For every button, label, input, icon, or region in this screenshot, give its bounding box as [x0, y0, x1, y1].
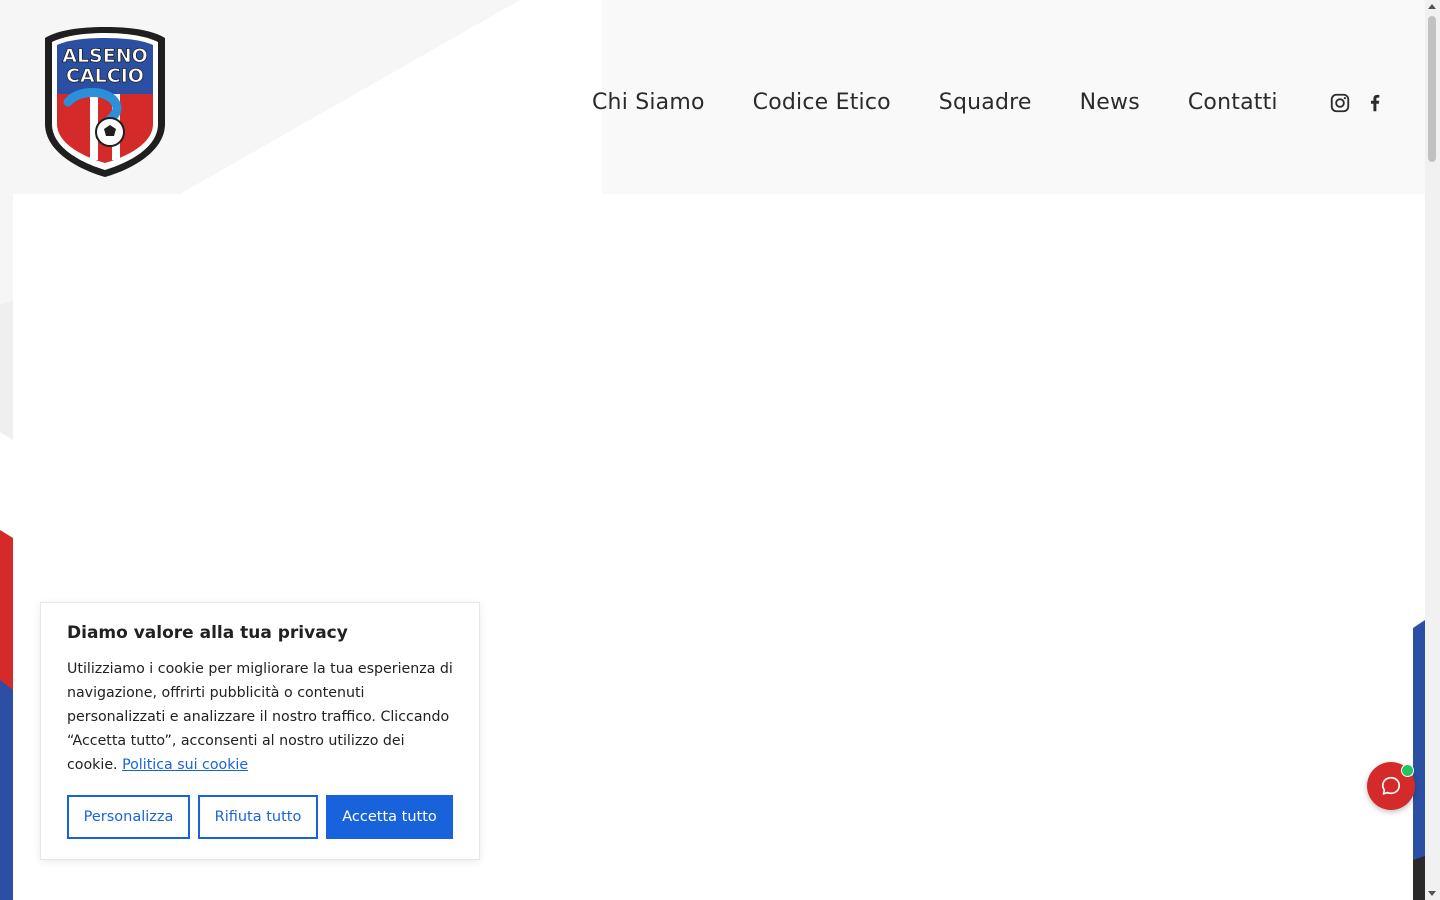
- reject-all-button[interactable]: Rifiuta tutto: [198, 795, 318, 839]
- nav-item-codice-etico[interactable]: Codice Etico: [753, 90, 891, 115]
- left-edge-decoration: [0, 530, 13, 900]
- accept-all-button[interactable]: Accetta tutto: [326, 795, 453, 839]
- cookie-banner-text: Utilizziamo i cookie per migliorare la t…: [67, 657, 453, 777]
- main-navigation: Chi Siamo Codice Etico Squadre News Cont…: [592, 86, 1326, 118]
- nav-item-chi-siamo[interactable]: Chi Siamo: [592, 90, 705, 115]
- chat-bubble-icon: [1381, 776, 1401, 795]
- scroll-up-icon[interactable]: [1428, 4, 1436, 9]
- cookie-banner-title: Diamo valore alla tua privacy: [67, 623, 348, 643]
- customize-button[interactable]: Personalizza: [67, 795, 190, 839]
- cookie-consent-banner: Diamo valore alla tua privacy Utilizziam…: [40, 602, 480, 860]
- instagram-icon[interactable]: [1329, 92, 1351, 114]
- chat-online-status-dot: [1401, 764, 1414, 777]
- cookie-policy-link[interactable]: Politica sui cookie: [122, 757, 248, 773]
- right-edge-decoration: [1413, 620, 1425, 900]
- logo-text-line2: CALCIO: [66, 65, 144, 87]
- facebook-icon[interactable]: [1364, 92, 1386, 114]
- alseno-calcio-logo[interactable]: ALSENO CALCIO: [40, 24, 170, 180]
- scroll-thumb[interactable]: [1428, 16, 1436, 162]
- social-links: [1329, 92, 1399, 114]
- logo-text-line1: ALSENO: [62, 45, 148, 67]
- nav-item-news[interactable]: News: [1080, 90, 1140, 115]
- cookie-buttons: Personalizza Rifiuta tutto Accetta tutto: [67, 795, 461, 839]
- scroll-down-icon[interactable]: [1428, 891, 1436, 896]
- page-scrollbar[interactable]: [1425, 0, 1440, 900]
- nav-item-contatti[interactable]: Contatti: [1188, 90, 1278, 115]
- nav-item-squadre[interactable]: Squadre: [939, 90, 1032, 115]
